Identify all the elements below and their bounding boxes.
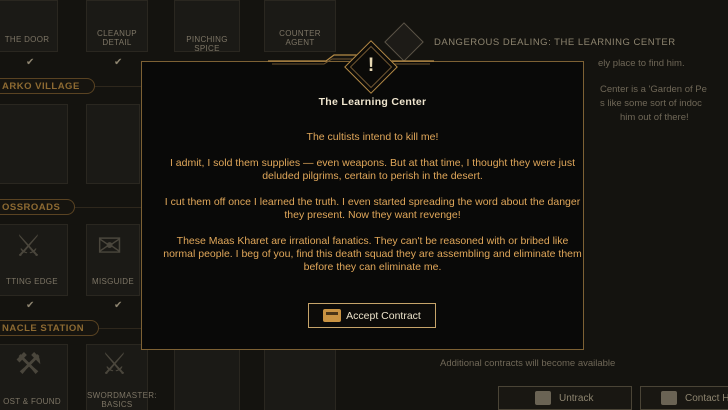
check-icon: ✔ [114, 57, 123, 68]
section-tag-station: NACLE STATION [0, 320, 100, 336]
dialog-paragraph: These Maas Kharet are irrational fanatic… [163, 235, 582, 273]
check-icon: ✔ [26, 57, 35, 68]
contact-label: Contact H [685, 392, 728, 404]
dialog-paragraph: I admit, I sold them supplies — even wea… [169, 157, 576, 182]
untrack-button[interactable]: Untrack [498, 386, 632, 410]
contract-tile[interactable]: CLEANUP DETAIL [86, 0, 148, 52]
dialog-title: The Learning Center [318, 96, 427, 108]
tile-label: SWORDMASTER: BASICS [87, 391, 157, 409]
section-tag-crossroads: OSSROADS [0, 199, 76, 215]
section-tag-village: ARKO VILLAGE [0, 78, 95, 94]
contract-tile[interactable]: THE DOOR [0, 0, 58, 52]
tile-label: MISGUIDE [92, 277, 134, 286]
tile-label: THE DOOR [4, 35, 50, 44]
contract-detail-text: him out of there! [620, 112, 689, 123]
contract-tile[interactable] [0, 104, 68, 184]
tile-label: OST & FOUND [3, 397, 61, 406]
contract-tile[interactable] [174, 344, 240, 410]
tile-label: PINCHING SPICE [186, 35, 228, 53]
untrack-label: Untrack [559, 392, 594, 404]
dialog-body: The cultists intend to kill me! I admit,… [141, 131, 604, 287]
sword-icon: ⚔ [15, 230, 42, 263]
contract-tile[interactable]: ✉ MISGUIDE [86, 224, 140, 296]
contact-button[interactable]: Contact H [640, 386, 728, 410]
contract-tile[interactable]: ⚒ OST & FOUND [0, 344, 68, 410]
contract-detail-title: DANGEROUS DEALING: THE LEARNING CENTER [434, 37, 676, 48]
key-prompt-icon [323, 309, 342, 322]
check-icon: ✔ [26, 300, 35, 311]
contract-detail-text: s like some sort of indoc [600, 98, 702, 109]
accept-contract-button[interactable]: Accept Contract [308, 303, 436, 328]
exclamation-icon: ! [367, 55, 375, 76]
contract-detail-text: ely place to find him. [598, 58, 685, 69]
contract-detail-text: Center is a 'Garden of Pe [600, 84, 707, 95]
contract-tile[interactable] [86, 104, 140, 184]
additional-contracts-note: Additional contracts will become availab… [440, 358, 616, 369]
dialog-paragraph: The cultists intend to kill me! [306, 131, 439, 143]
key-prompt-icon [535, 391, 551, 405]
tile-label: COUNTER AGENT [279, 29, 321, 47]
contract-tile[interactable]: PINCHING SPICE [174, 0, 240, 53]
sword-icon: ⚔ [101, 348, 128, 381]
contract-tile[interactable]: ⚔ SWORDMASTER: BASICS [86, 344, 157, 410]
dialog-paragraph: I cut them off once I learned the truth.… [164, 196, 581, 221]
key-prompt-icon [661, 391, 677, 405]
accept-contract-label: Accept Contract [346, 309, 421, 322]
bag-icon: ⚒ [15, 348, 42, 381]
contract-tile[interactable]: COUNTER AGENT [264, 0, 336, 52]
check-icon: ✔ [114, 300, 123, 311]
contract-tile[interactable] [264, 344, 336, 410]
tile-label: CLEANUP DETAIL [97, 29, 137, 47]
scroll-icon: ✉ [97, 230, 123, 263]
contract-tile[interactable]: ⚔ TTING EDGE [0, 224, 68, 296]
tile-label: TTING EDGE [6, 277, 58, 286]
